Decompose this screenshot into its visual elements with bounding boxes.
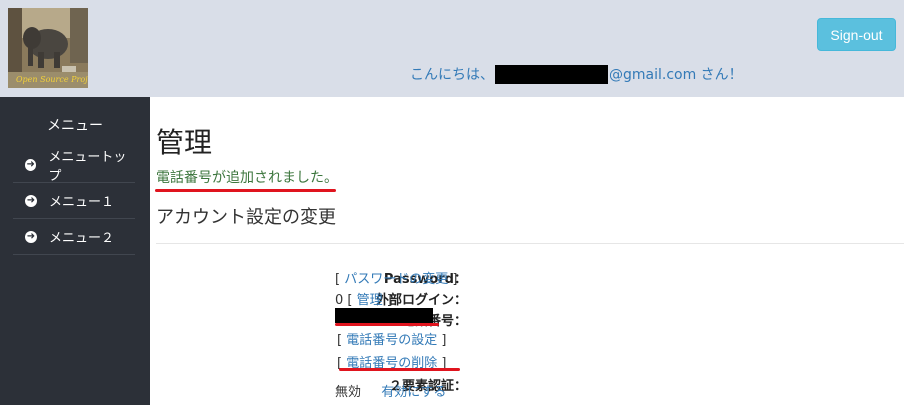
password-value: [ パスワードの変更 ] <box>335 272 458 287</box>
logo: Open Source Project <box>8 8 88 88</box>
page-title: 管理 <box>156 126 213 159</box>
phone-value <box>335 308 433 323</box>
sidebar-title: メニュー <box>47 118 103 134</box>
redacted-phone-number <box>335 308 433 323</box>
sidebar: メニュー ➜ メニュートップ ➜ メニュー１ ➜ メニュー２ <box>0 97 150 405</box>
external-login-value: 0 [ 管理 ] <box>335 293 392 308</box>
redacted-email <box>495 64 608 84</box>
user-account-link[interactable]: @gmail.com さん！ <box>609 64 743 84</box>
enable-twofactor-link[interactable]: 有効にする <box>381 385 446 400</box>
highlight-underline <box>155 189 336 192</box>
status-message: 電話番号が追加されました。 <box>156 170 338 186</box>
sidebar-item-label: メニュー２ <box>49 231 115 246</box>
sidebar-item-label: メニュートップ <box>48 149 127 184</box>
phone-set-row: [ 電話番号の設定 ] <box>337 333 447 348</box>
greeting: こんにちは、 @gmail.com さん！ <box>410 64 743 84</box>
divider <box>156 243 904 244</box>
highlight-underline <box>339 368 460 371</box>
circle-arrow-right-icon: ➜ <box>25 158 37 171</box>
signout-button[interactable]: Sign-out <box>817 18 896 51</box>
greeting-prefix: こんにちは、 <box>410 67 494 83</box>
main-content: 管理 電話番号が追加されました。 アカウント設定の変更 Password： [ … <box>150 97 904 405</box>
set-phone-link[interactable]: 電話番号の設定 <box>346 333 437 348</box>
sidebar-item-label: メニュー１ <box>49 195 115 210</box>
section-subtitle: アカウント設定の変更 <box>156 207 336 228</box>
twofactor-value: 無効 有効にする <box>335 381 446 400</box>
sidebar-item-menu-1[interactable]: ➜ メニュー１ <box>13 183 135 219</box>
manage-logins-link[interactable]: 管理 <box>357 293 383 308</box>
sidebar-item-menu-2[interactable]: ➜ メニュー２ <box>13 219 135 255</box>
highlight-underline <box>335 323 439 326</box>
header: Open Source Project Sign-out こんにちは、 @gma… <box>0 0 904 97</box>
change-password-link[interactable]: パスワードの変更 <box>344 272 448 287</box>
circle-arrow-right-icon: ➜ <box>25 230 37 243</box>
svg-text:Open Source Project: Open Source Project <box>16 75 88 84</box>
twofactor-status: 無効 <box>335 385 362 400</box>
sidebar-item-menu-top[interactable]: ➜ メニュートップ <box>13 147 135 184</box>
circle-arrow-right-icon: ➜ <box>25 194 37 207</box>
